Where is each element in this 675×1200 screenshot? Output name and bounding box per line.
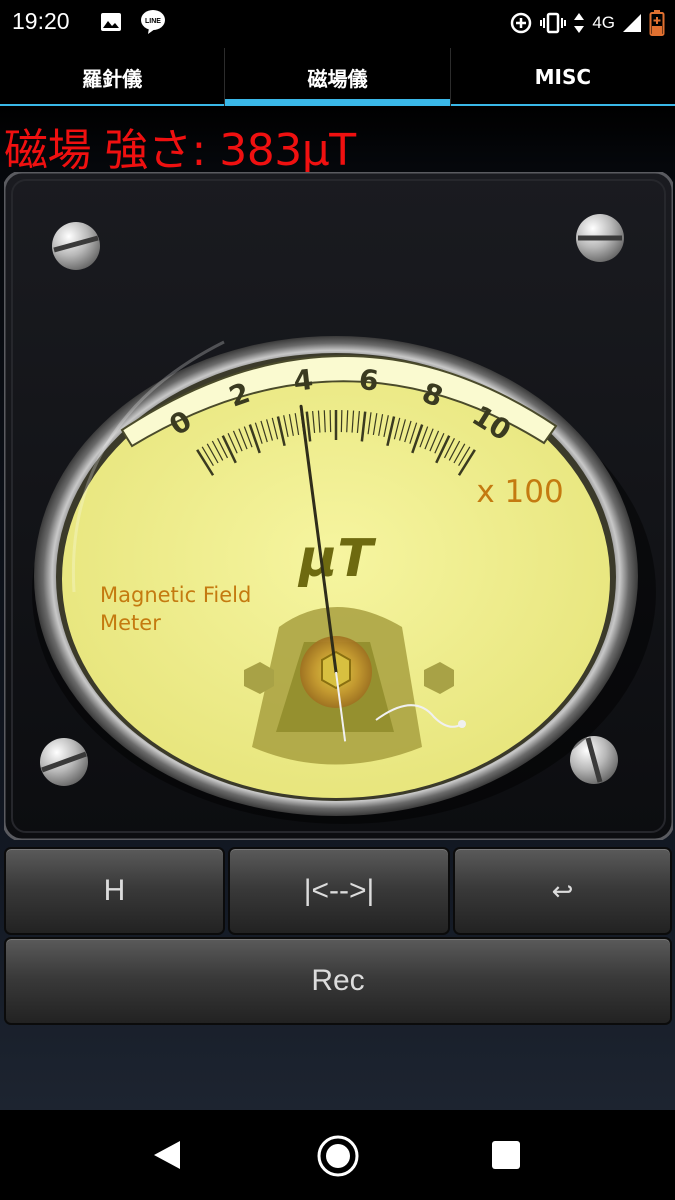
- multiplier-label: x 100: [476, 474, 563, 510]
- field-strength-readout: 磁場 強さ: 383μT: [4, 114, 356, 178]
- svg-text:LINE: LINE: [145, 18, 161, 25]
- data-saver-icon: [511, 12, 532, 34]
- vibrate-icon: [540, 12, 567, 34]
- magnetic-field-meter: 02 4 6 810 x 100 μT Magnetic Field Meter: [4, 172, 673, 840]
- status-time: 19:20: [12, 8, 70, 34]
- rec-button-label: Rec: [311, 964, 365, 997]
- tab-compass-label: 羅針儀: [82, 66, 143, 91]
- tab-misc[interactable]: MISC: [449, 48, 675, 106]
- image-icon: [101, 13, 121, 31]
- meter-caption-line2: Meter: [100, 611, 161, 635]
- battery-icon: [649, 10, 665, 36]
- return-icon: ↩: [551, 875, 574, 906]
- return-button[interactable]: ↩: [453, 847, 672, 935]
- tab-compass[interactable]: 羅針儀: [0, 48, 225, 106]
- screw-bottom-left: [40, 738, 88, 786]
- h-button[interactable]: H: [4, 847, 225, 935]
- range-button-label: |<-->|: [303, 874, 375, 907]
- data-arrows-icon: [574, 13, 585, 33]
- field-strength-value: 383μT: [219, 125, 356, 176]
- screw-top-right: [576, 214, 624, 262]
- scale-label: 6: [357, 363, 380, 398]
- signal-icon: [623, 14, 641, 32]
- tab-magnetometer-label: 磁場儀: [307, 66, 368, 91]
- range-button[interactable]: |<-->|: [228, 847, 450, 935]
- scale-label: 4: [292, 363, 315, 398]
- tab-magnetometer[interactable]: 磁場儀: [224, 48, 450, 108]
- field-strength-label: 磁場 強さ:: [4, 125, 220, 176]
- network-type: 4G: [592, 13, 615, 32]
- home-icon[interactable]: [316, 1134, 360, 1178]
- unit-label: μT: [297, 529, 376, 589]
- tab-misc-label: MISC: [534, 65, 592, 89]
- meter-caption-line1: Magnetic Field: [100, 583, 251, 607]
- recent-apps-icon[interactable]: [491, 1140, 521, 1170]
- rec-button[interactable]: Rec: [4, 937, 672, 1025]
- status-icons: 4G: [509, 6, 665, 40]
- screw-top-left: [52, 222, 100, 270]
- line-app-icon: LINE: [141, 10, 165, 34]
- status-bar: 19:20 LINE 4G: [0, 0, 675, 48]
- tab-bar: 羅針儀 磁場儀 MISC: [0, 48, 675, 108]
- back-icon[interactable]: [152, 1139, 182, 1171]
- h-button-label: H: [103, 874, 126, 907]
